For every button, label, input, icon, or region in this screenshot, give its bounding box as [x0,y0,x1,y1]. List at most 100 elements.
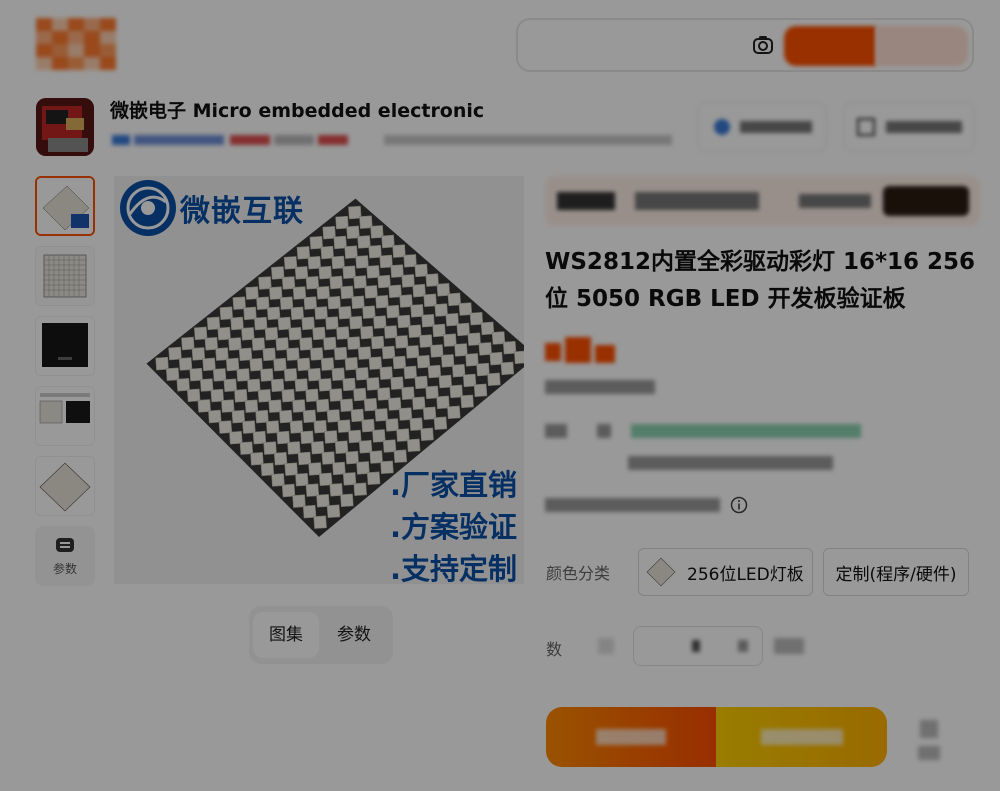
led-cell [326,504,341,518]
quantity-increase-button[interactable] [738,640,748,652]
led-cell [215,347,229,361]
spec-option-256-led[interactable]: 256位LED灯板 [638,548,813,596]
led-cell [250,452,264,466]
led-cell [260,462,275,477]
led-cell [212,368,227,382]
led-cell [229,430,243,445]
params-icon [56,538,74,552]
led-cell [313,515,327,529]
thumbnail-5[interactable] [35,456,95,516]
led-cell [271,473,285,487]
spec-option-label: 256位LED灯板 [687,564,804,585]
shop-name[interactable]: 微嵌电子 Micro embedded electronic [110,96,484,123]
led-cell [210,388,224,403]
sales-count [545,378,655,396]
quantity-label-blur [598,638,614,654]
params-thumbnail-label: 参数 [52,562,77,576]
led-cell [244,399,259,413]
spec-label: 颜色分类 [546,564,611,583]
led-cell [287,441,301,455]
led-cell [165,367,180,381]
led-cell [197,399,211,413]
enter-shop-button[interactable] [843,102,975,152]
follow-shop-button[interactable] [697,102,827,152]
led-cell [473,383,488,398]
brand-logo-icon [118,178,178,242]
led-cell [193,326,208,341]
led-cell [366,471,381,485]
led-cell [155,356,169,371]
favorite-icon[interactable] [916,716,942,766]
led-cell [260,368,274,382]
led-cell [342,472,357,486]
product-title: WS2812内置全彩驱动彩灯 16*16 256位 5050 RGB LED 开… [545,249,976,312]
led-cell [353,482,367,496]
led-cell [281,483,296,498]
led-cell [238,347,253,362]
led-cell [231,409,246,424]
thumbnail-4[interactable] [35,386,95,446]
quantity-value[interactable] [692,640,700,652]
led-cell [225,357,240,372]
led-cell [356,461,370,475]
led-cell [268,399,282,413]
led-cell [318,472,333,487]
spec-thumb [646,557,676,587]
led-cell [295,472,309,487]
led-cell [263,441,277,455]
led-cell [305,483,320,497]
thumbnail-2[interactable] [35,246,95,306]
led-cell [247,378,261,393]
led-cell [218,420,233,434]
thumbnail-1[interactable] [35,176,95,236]
led-cell [186,388,201,403]
led-cell [202,357,216,372]
shop-avatar[interactable] [36,98,94,156]
promo-banner[interactable] [545,176,980,226]
site-logo[interactable] [36,18,118,70]
led-cell [223,378,237,392]
slogan-2: .方案验证 [390,510,518,544]
led-cell [236,368,250,382]
led-cell [208,409,222,424]
add-to-cart-button[interactable] [716,707,887,767]
search-button[interactable] [784,26,876,66]
led-cell [321,451,336,465]
buy-now-button[interactable] [546,707,716,767]
led-cell [289,420,304,434]
led-cell [284,462,298,476]
spec-option-label: 定制(程序/硬件) [835,564,957,585]
led-cell [514,350,524,365]
led-cell [460,394,474,409]
led-cell [310,440,325,455]
gallery-tabs: 图集 参数 [249,606,393,664]
led-cell [252,430,267,445]
spec-option-custom[interactable]: 定制(程序/硬件) [823,548,969,596]
camera-icon[interactable] [752,34,774,56]
led-cell [406,438,421,453]
search-shop-button[interactable] [876,26,968,66]
led-cell [281,388,295,403]
led-cell [279,409,293,424]
params-thumbnail[interactable]: 参数 [35,526,95,586]
led-cell [487,372,501,387]
slogan-1: .厂家直销 [390,468,518,502]
led-cell [297,451,312,466]
led-cell [199,378,214,392]
thumbnail-3[interactable] [35,316,95,376]
led-cell [332,461,346,476]
led-cell [316,494,330,508]
info-icon[interactable] [730,496,748,518]
tab-gallery[interactable]: 图集 [253,612,319,658]
tab-params[interactable]: 参数 [321,612,387,658]
slogan-3: .支持定制 [390,552,518,586]
led-cell [340,493,354,508]
led-cell [234,389,248,403]
led-cell [221,399,235,413]
led-cell [181,336,195,351]
led-cell [447,405,461,420]
led-cell [276,430,290,445]
guarantee-info [545,496,723,514]
shop-rating-row [112,132,674,148]
led-cell [302,504,317,519]
